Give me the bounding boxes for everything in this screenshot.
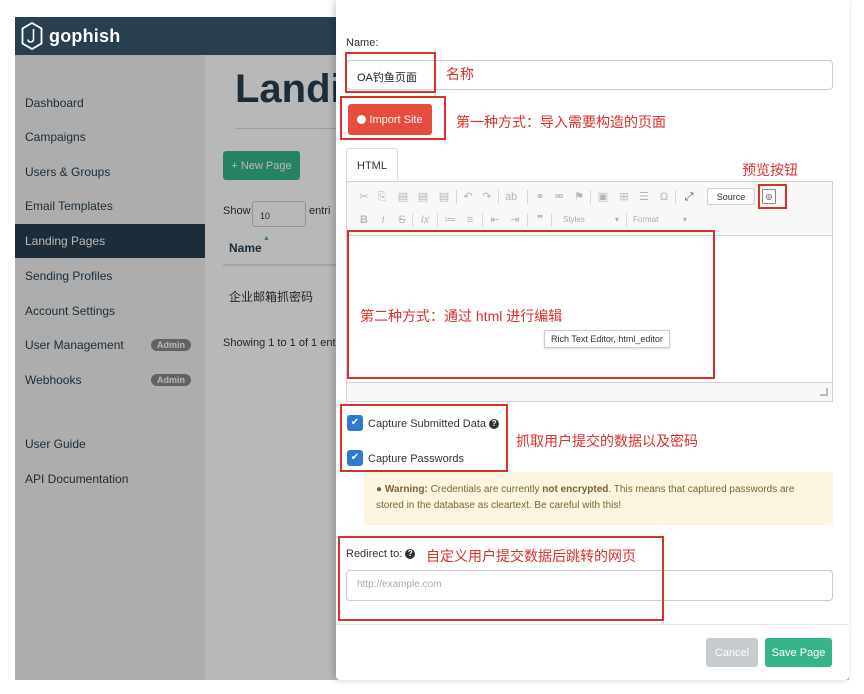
toolbar-separator [412, 213, 413, 227]
name-label: Name: [346, 37, 379, 49]
toolbar-separator [527, 213, 528, 227]
bulleted-list-icon[interactable]: ≡ [463, 213, 477, 227]
tab-html[interactable]: HTML [346, 148, 398, 182]
annotation-name: 名称 [446, 66, 474, 82]
blockquote-icon[interactable]: ❞ [533, 213, 547, 227]
resize-handle-icon[interactable] [820, 388, 828, 396]
toolbar-separator [551, 213, 552, 227]
chevron-down-icon: ▾ [615, 215, 620, 224]
remove-format-icon[interactable]: Ix [418, 213, 432, 227]
brand-name: gophish [49, 25, 121, 46]
annotation-redirect: 自定义用户提交数据后跳转的网页 [426, 548, 636, 564]
toolbar-separator [456, 190, 457, 204]
horizontal-line-icon[interactable]: ☰ [637, 190, 651, 204]
spellcheck-icon[interactable]: ab [504, 190, 518, 204]
gophish-logo-icon [21, 22, 43, 50]
format-dropdown[interactable]: Format ▾ [633, 213, 693, 227]
toolbar-separator [498, 190, 499, 204]
annotation-box-name [345, 52, 436, 93]
copy-icon[interactable]: ⎘ [375, 190, 389, 204]
maximize-icon[interactable]: ⤢ [682, 190, 696, 204]
cut-icon[interactable]: ✂ [357, 190, 371, 204]
paste-text-icon[interactable]: ▤ [416, 190, 430, 204]
redo-icon[interactable]: ↷ [480, 190, 494, 204]
toolbar-separator [626, 213, 627, 227]
table-icon[interactable]: ⊞ [617, 190, 631, 204]
source-button[interactable]: Source [707, 188, 755, 205]
bold-icon[interactable]: B [357, 213, 371, 227]
annotation-preview: 预览按钮 [742, 162, 798, 178]
paste-word-icon[interactable]: ▤ [437, 190, 451, 204]
annotation-box-preview [758, 184, 787, 209]
modal-footer-divider [336, 624, 849, 625]
chevron-down-icon: ▾ [683, 215, 688, 224]
numbered-list-icon[interactable]: ≔ [443, 213, 457, 227]
annotation-capture: 抓取用户提交的数据以及密码 [516, 433, 698, 449]
strike-icon[interactable]: S [395, 213, 409, 227]
annotation-import: 第一种方式：导入需要构造的页面 [456, 114, 666, 130]
warning-text-1: Credentials are currently [427, 484, 543, 495]
undo-icon[interactable]: ↶ [461, 190, 475, 204]
editor-status-bar [347, 382, 832, 401]
italic-icon[interactable]: I [376, 213, 390, 227]
unlink-icon[interactable]: ⚮ [552, 190, 566, 204]
toolbar-separator [482, 213, 483, 227]
image-icon[interactable]: ▣ [596, 190, 610, 204]
warning-strong-2: not encrypted [542, 484, 609, 495]
annotation-html-edit: 第二种方式：通过 html 进行编辑 [360, 308, 563, 324]
brand-logo[interactable]: gophish [21, 21, 120, 51]
styles-dropdown[interactable]: Styles ▾ [563, 213, 623, 227]
toolbar-separator [437, 213, 438, 227]
toolbar-separator [590, 190, 591, 204]
paste-icon[interactable]: ▤ [396, 190, 410, 204]
anchor-flag-icon[interactable]: ⚑ [572, 190, 586, 204]
warning-icon: ● [376, 484, 383, 495]
outdent-icon[interactable]: ⇤ [488, 213, 502, 227]
annotation-box-html [347, 230, 715, 379]
styles-label: Styles [563, 215, 585, 224]
cancel-button[interactable]: Cancel [706, 638, 758, 667]
special-char-icon[interactable]: Ω [657, 190, 671, 204]
link-icon[interactable]: ⚭ [533, 190, 547, 204]
toolbar-separator [527, 190, 528, 204]
warning-alert: ● Warning: Credentials are currently not… [364, 472, 833, 525]
modal-backdrop-sidebar [15, 55, 205, 680]
save-page-button[interactable]: Save Page [765, 638, 832, 667]
source-label: Source [716, 191, 746, 202]
format-label: Format [633, 215, 659, 224]
indent-icon[interactable]: ⇥ [508, 213, 522, 227]
annotation-box-capture [340, 404, 508, 472]
warning-strong: Warning: [384, 484, 428, 495]
annotation-box-import [340, 96, 446, 140]
toolbar-separator [675, 190, 676, 204]
